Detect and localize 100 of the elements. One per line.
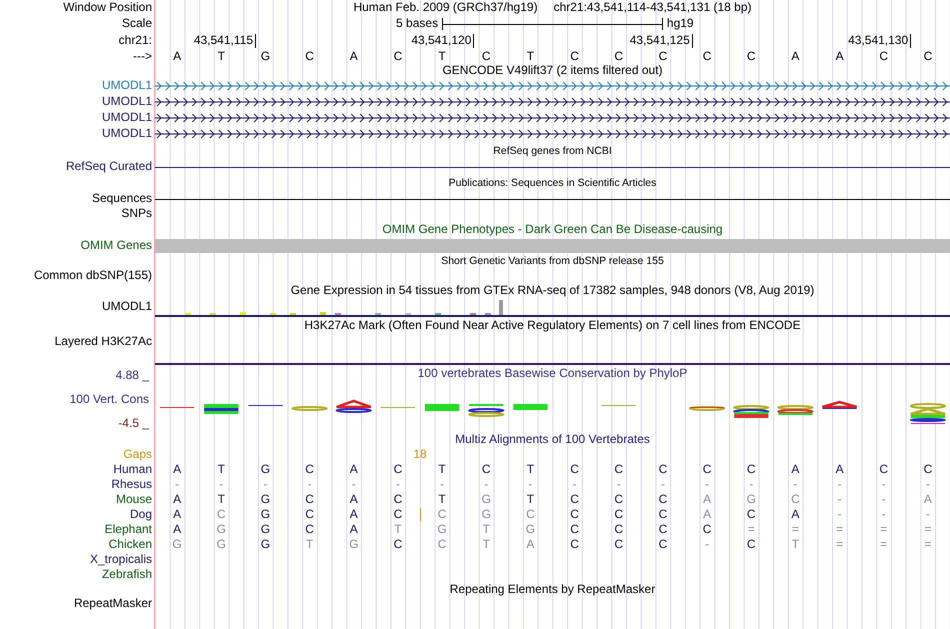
base-letter: - [352, 478, 356, 492]
coordinate-label: 43,541,115 [194, 34, 256, 48]
base-letter: C [305, 50, 314, 64]
axis-label: 4.88 _ [116, 369, 149, 383]
base-letter: - [308, 478, 312, 492]
base-letter: C [394, 492, 402, 506]
base-letter: C [216, 508, 226, 522]
base-letter: T [526, 492, 534, 506]
track-label: SNPs [121, 206, 152, 220]
base-letter: C [394, 50, 402, 64]
track-title: Publications: Sequences in Scientific Articles [448, 176, 656, 190]
base-letter: C [614, 522, 624, 536]
base-letter: C [305, 522, 314, 536]
base-letter: C [658, 492, 668, 506]
base-letter: G [482, 508, 491, 522]
coordinate-label: 43,541,120 [411, 34, 474, 48]
base-letter: C [570, 508, 579, 522]
base-letter: A [924, 492, 932, 506]
base-letter: - [882, 508, 886, 522]
gap-count: 18 [413, 448, 427, 462]
base-letter: - [616, 478, 621, 492]
base-letter: - [528, 478, 532, 492]
base-letter: C [614, 538, 624, 552]
base-letter: A [173, 462, 182, 476]
base-letter: G [260, 50, 270, 64]
base-letter: = [880, 522, 888, 536]
base-letter: C [305, 462, 314, 476]
base-letter: G [260, 538, 270, 552]
track-label: UMODL1 [102, 95, 152, 109]
base-letter: C [438, 508, 446, 522]
base-letter: T [218, 492, 225, 506]
track-label: Sequences [92, 192, 152, 206]
base-letter: C [614, 492, 624, 506]
base-letter: C [614, 462, 624, 476]
base-letter: C [570, 462, 579, 476]
base-letter: C [746, 508, 756, 522]
base-letter: G [260, 522, 270, 536]
coordinate-label: 43,541,130 [848, 34, 912, 48]
base-letter: A [703, 492, 712, 506]
base-letter: - [572, 478, 577, 492]
base-letter: C [570, 50, 579, 64]
base-letter: C [658, 508, 668, 522]
base-letter: C [482, 50, 491, 64]
base-letter: C [658, 522, 668, 536]
base-letter: = [836, 538, 844, 552]
base-letter: A [173, 508, 182, 522]
species-label: X_tropicalis [90, 552, 152, 566]
base-letter: - [705, 478, 710, 492]
base-letter: T [218, 50, 225, 64]
axis-label: -4.5 _ [118, 417, 149, 431]
base-letter: C [746, 50, 756, 64]
base-letter: C [791, 492, 800, 506]
position-label: chr21:43,541,114-43,541,131 (18 bp) [554, 1, 752, 15]
row-label: chr21: [118, 34, 152, 48]
base-letter: - [793, 478, 798, 492]
base-letter: C [658, 50, 668, 64]
base-letter: - [838, 492, 842, 506]
base-letter: T [306, 538, 314, 552]
base-letter: T [482, 522, 490, 536]
base-letter: G [746, 492, 756, 506]
track-label: UMODL1 [102, 111, 152, 125]
base-letter: C [658, 462, 668, 476]
track-label: UMODL1 [102, 300, 152, 314]
track-title: Multiz Alignments of 100 Vertebrates [455, 433, 650, 447]
base-letter: C [438, 538, 446, 552]
track-label: 100 Vert. Cons [68, 393, 149, 407]
track-title: H3K27Ac Mark (Often Found Near Active Regulatory Elements) on 7 cell lines from ENCODE [304, 319, 801, 333]
track-label: Gaps [123, 448, 152, 462]
track-title: GENCODE V49lift37 (2 items filtered out) [442, 64, 663, 78]
base-letter: T [438, 462, 446, 476]
base-letter: T [438, 50, 446, 64]
base-letter: - [926, 508, 930, 522]
base-letter: C [924, 50, 932, 64]
base-letter: A [350, 462, 358, 476]
base-letter: C [746, 538, 756, 552]
base-letter: - [440, 478, 444, 492]
track-label: OMIM Genes [80, 239, 152, 253]
track-title: RefSeq genes from NCBI [493, 144, 612, 158]
base-letter: C [305, 508, 314, 522]
row-label: Scale [122, 17, 152, 31]
base-letter: A [836, 462, 844, 476]
base-letter: G [526, 522, 536, 536]
base-letter: C [702, 50, 712, 64]
base-letter: T [526, 462, 534, 476]
base-letter: C [614, 508, 624, 522]
species-label: Dog [130, 508, 152, 522]
base-letter: - [660, 478, 665, 492]
base-letter: G [482, 492, 491, 506]
assembly-label: Human Feb. 2009 (GRCh37/hg19) [353, 1, 538, 15]
track-title: Short Genetic Variants from dbSNP release 155 [441, 255, 664, 268]
track-label: Layered H3K27Ac [54, 335, 152, 349]
base-letter: C [570, 492, 579, 506]
track-title: Repeating Elements by RepeatMasker [450, 582, 656, 596]
base-letter: - [926, 478, 930, 492]
base-letter: C [526, 508, 535, 522]
strand-label: ---> [133, 50, 152, 64]
scale-text: 5 bases [396, 17, 438, 31]
base-letter: A [173, 492, 182, 506]
base-letter: T [482, 538, 490, 552]
base-letter: G [172, 538, 182, 552]
